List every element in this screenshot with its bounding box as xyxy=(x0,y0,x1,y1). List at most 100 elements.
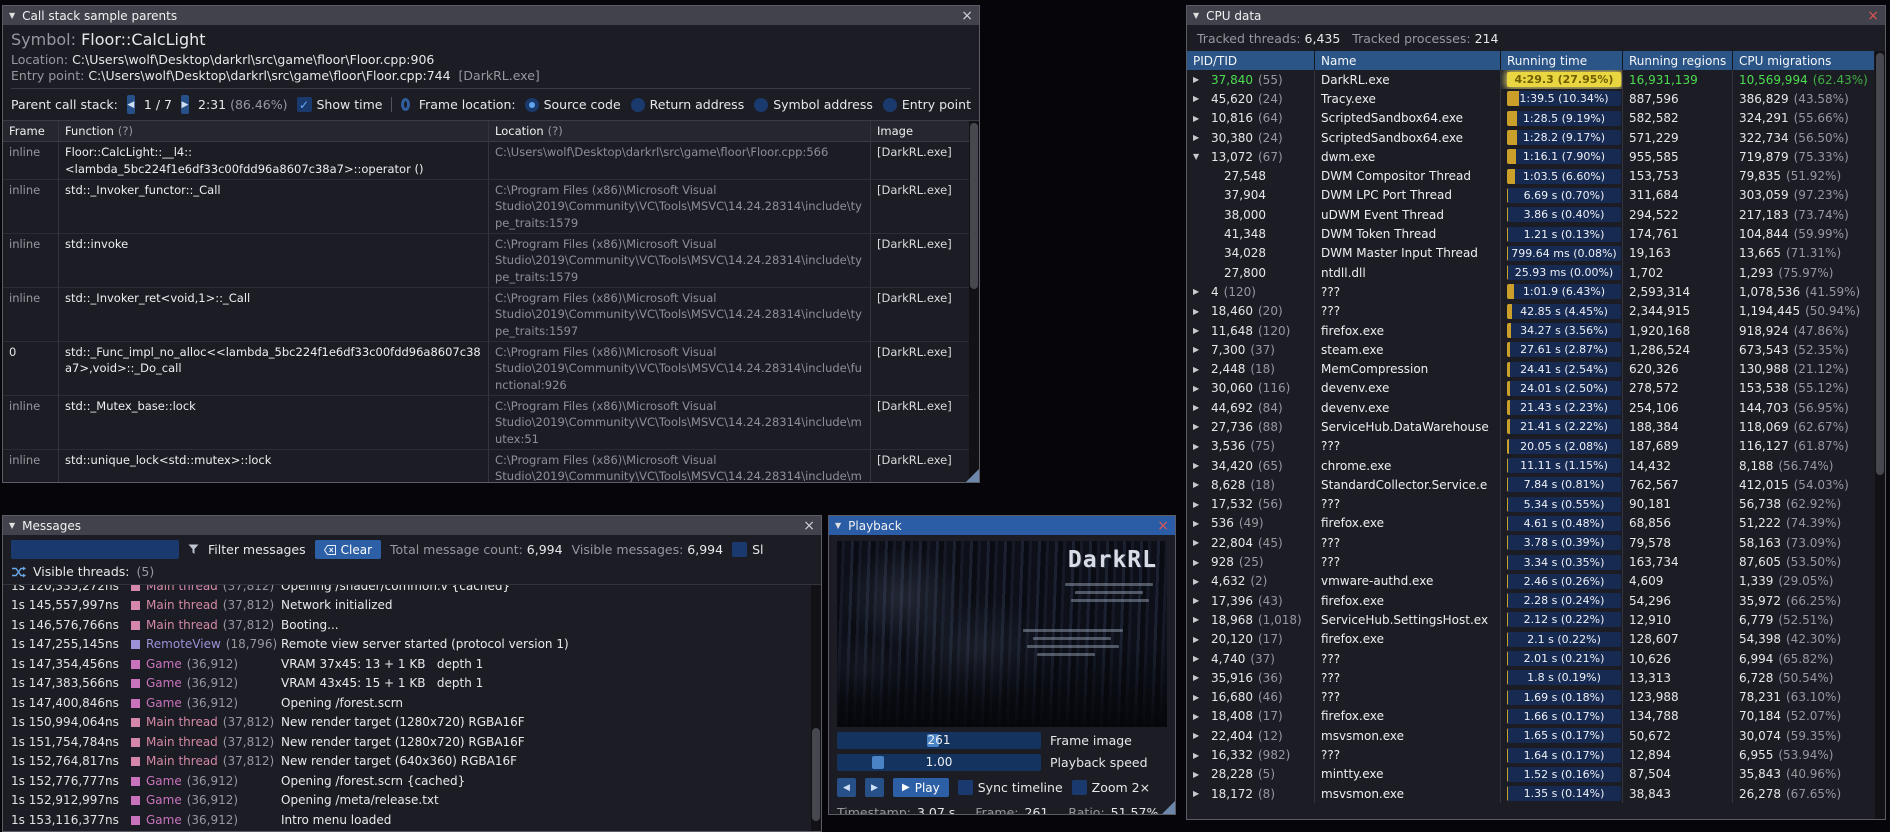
messages-scrollbar[interactable] xyxy=(811,585,821,831)
expand-arrow[interactable]: ▶ xyxy=(1193,461,1206,470)
expand-arrow[interactable]: ▶ xyxy=(1193,94,1206,103)
message-row[interactable]: 1s 146,576,766ns Main thread (37,812) Booti… xyxy=(3,615,811,635)
cpu-row[interactable]: 37,904 DWM LPC Port Thread 6.69 s (0.70%) 3… xyxy=(1187,185,1875,206)
callstack-row[interactable]: inline std::_Invoker_functor::_Call C:\Pro… xyxy=(3,179,969,234)
expand-arrow[interactable]: ▶ xyxy=(1193,307,1206,316)
prev-parent-button[interactable]: ◀ xyxy=(126,95,135,114)
prev-frame-button[interactable]: ◀ xyxy=(837,778,856,797)
resize-grip[interactable] xyxy=(966,469,979,482)
cpu-row[interactable]: ▶ 3,536 (75)??? 20.05 s (2.08%) 187,689 116,1… xyxy=(1187,436,1875,456)
expand-arrow[interactable]: ▶ xyxy=(1193,538,1206,547)
scrollbar-thumb[interactable] xyxy=(970,123,978,290)
collapse-icon[interactable]: ▼ xyxy=(9,521,15,530)
message-row[interactable]: 1s 152,764,817ns Main thread (37,812) New r… xyxy=(3,752,811,772)
expand-arrow[interactable]: ▶ xyxy=(1193,712,1206,721)
cpu-row[interactable]: 34,028 DWM Master Input Thread 799.64 ms (… xyxy=(1187,243,1875,263)
callstack-row[interactable]: inline Floor::CalcLight::__l4::<lambda_5b… xyxy=(3,142,969,180)
column-header-location[interactable]: Location (?) xyxy=(489,121,871,143)
expand-arrow[interactable]: ▶ xyxy=(1193,751,1206,760)
callstack-titlebar[interactable]: ▼ Call stack sample parents × xyxy=(3,6,979,25)
messages-titlebar[interactable]: ▼ Messages × xyxy=(3,516,821,535)
expand-arrow[interactable]: ▶ xyxy=(1193,384,1206,393)
expand-arrow[interactable]: ▶ xyxy=(1193,403,1206,412)
column-header-function[interactable]: Function (?) xyxy=(59,121,489,143)
clear-button[interactable]: Clear xyxy=(314,540,382,559)
show-time-checkbox[interactable]: Show time xyxy=(296,97,382,112)
cpu-row[interactable]: ▶ 536 (49) firefox.exe 4.61 s (0.48%) 68,856 5… xyxy=(1187,513,1875,534)
expand-arrow[interactable]: ▶ xyxy=(1193,519,1206,528)
cpu-row[interactable]: 27,548 DWM Compositor Thread 1:03.5 (6.60%… xyxy=(1187,166,1875,186)
expand-arrow[interactable]: ▶ xyxy=(1193,673,1206,682)
column-header-frame[interactable]: Frame xyxy=(3,121,59,143)
frame-location-option-source-code[interactable]: Source code xyxy=(524,97,621,112)
cpu-row[interactable]: ▶ 11,648 (120) firefox.exe 34.27 s (3.56%) 1,… xyxy=(1187,320,1875,341)
cpu-row[interactable]: ▶ 30,060 (116) devenv.exe 24.01 s (2.50%) 278… xyxy=(1187,378,1875,399)
cpu-row[interactable]: ▶ 20,120 (17) firefox.exe 2.1 s (0.22%) 128,6… xyxy=(1187,629,1875,649)
sync-timeline-checkbox[interactable]: Sync timeline xyxy=(957,780,1063,795)
cpu-row[interactable]: ▶ 27,736 (88) ServiceHub.DataWarehouse 21.41… xyxy=(1187,417,1875,437)
expand-arrow[interactable]: ▶ xyxy=(1193,731,1206,740)
frame-image-slider[interactable]: 261 xyxy=(837,732,1041,749)
frame-location-option-symbol-address[interactable]: Symbol address xyxy=(754,97,873,112)
message-row[interactable]: 1s 152,776,777ns Game (36,912) Opening /for… xyxy=(3,771,811,791)
cpu-row[interactable]: ▶ 18,968 (1,018) ServiceHub.SettingsHost.ex… xyxy=(1187,610,1875,630)
column-header-running-regions[interactable]: Running regions xyxy=(1623,51,1733,70)
playback-frame-image[interactable]: DarkRL xyxy=(837,541,1167,727)
cpu-row[interactable]: ▶ 37,840 (55) DarkRL.exe 4:29.3 (27.95%) 16,9… xyxy=(1187,70,1875,90)
callstack-row[interactable]: inline std::_Invoker_ret<void,1>::_Call C:… xyxy=(3,287,969,342)
play-button[interactable]: ▶ Play xyxy=(893,778,949,797)
column-header-running-time[interactable]: Running time xyxy=(1501,51,1623,70)
message-row[interactable]: 1s 147,255,145ns RemoteView (18,796) Remote… xyxy=(3,635,811,655)
callstack-row[interactable]: inline std::invoke C:\Program Files (x86)\… xyxy=(3,233,969,288)
column-header-cpu-migrations[interactable]: CPU migrations xyxy=(1733,51,1875,70)
message-row[interactable]: 1s 151,754,784ns Main thread (37,812) New r… xyxy=(3,732,811,752)
cpu-row[interactable]: ▶ 4,740 (37)??? 2.01 s (0.21%) 10,626 6,994 (6… xyxy=(1187,648,1875,669)
cpu-row[interactable]: ▶ 2,448 (18) MemCompression 24.41 s (2.54%) 6… xyxy=(1187,359,1875,379)
message-row[interactable]: 1s 147,354,456ns Game (36,912) VRAM 37x45: … xyxy=(3,654,811,674)
expand-arrow[interactable]: ▶ xyxy=(1193,654,1206,663)
column-header-name[interactable]: Name xyxy=(1315,51,1501,70)
cpu-row[interactable]: 38,000 uDWM Event Thread 3.86 s (0.40%) 294… xyxy=(1187,205,1875,225)
scrollbar-thumb[interactable] xyxy=(812,727,820,822)
cpu-row[interactable]: ▶ 44,692 (84) devenv.exe 21.43 s (2.23%) 254,… xyxy=(1187,398,1875,418)
cpu-row[interactable]: ▶ 18,408 (17) firefox.exe 1.66 s (0.17%) 134,… xyxy=(1187,706,1875,727)
message-row[interactable]: 1s 152,912,997ns Game (36,912) Opening /met… xyxy=(3,791,811,811)
expand-arrow[interactable]: ▶ xyxy=(1193,577,1206,586)
callstack-row[interactable]: inline std::unique_lock<std::mutex>::lock… xyxy=(3,449,969,482)
cpu-row[interactable]: ▶ 18,172 (8) msvsmon.exe 1.35 s (0.14%) 38,84… xyxy=(1187,783,1875,804)
expand-arrow[interactable]: ▶ xyxy=(1193,480,1206,489)
callstack-row[interactable]: inline std::_Mutex_base::lock C:\Program F… xyxy=(3,395,969,450)
cpu-row[interactable]: ▶ 22,804 (45)??? 3.78 s (0.39%) 79,578 58,163… xyxy=(1187,533,1875,553)
next-parent-button[interactable]: ▶ xyxy=(180,95,190,114)
column-header-pid-tid[interactable]: PID/TID xyxy=(1187,51,1315,70)
expand-arrow[interactable]: ▶ xyxy=(1193,500,1206,509)
cpu-row[interactable]: ▶ 928 (25)??? 3.34 s (0.35%) 163,734 87,605 (5… xyxy=(1187,552,1875,572)
cpu-row[interactable]: ▶ 17,532 (56)??? 5.34 s (0.55%) 90,181 56,738… xyxy=(1187,494,1875,514)
expand-arrow[interactable]: ▶ xyxy=(1193,770,1206,779)
cpu-row[interactable]: ▶ 8,628 (18) StandardCollector.Service.e 7.8… xyxy=(1187,475,1875,495)
close-icon[interactable]: × xyxy=(1157,519,1169,533)
expand-arrow[interactable]: ▶ xyxy=(1193,635,1206,644)
callstack-scrollbar[interactable] xyxy=(969,121,979,482)
expand-arrow[interactable]: ▶ xyxy=(1193,422,1206,431)
playback-speed-slider[interactable]: 1.00 xyxy=(837,754,1041,771)
cpu-row[interactable]: ▶ 34,420 (65) chrome.exe 11.11 s (1.15%) 14,4… xyxy=(1187,455,1875,476)
expand-arrow[interactable]: ▶ xyxy=(1193,75,1206,84)
resize-grip[interactable] xyxy=(1162,801,1175,814)
callstack-row[interactable]: 0 std::_Func_impl_no_alloc<<lambda_5bc224… xyxy=(3,341,969,396)
cpu-row[interactable]: ▶ 16,680 (46)??? 1.69 s (0.18%) 123,988 78,23… xyxy=(1187,687,1875,707)
cpu-row[interactable]: 41,348 DWM Token Thread 1.21 s (0.13%) 174,… xyxy=(1187,224,1875,244)
cpu-row[interactable]: ▶ 4,632 (2) vmware-authd.exe 2.46 s (0.26%) 4… xyxy=(1187,571,1875,592)
expand-arrow[interactable]: ▶ xyxy=(1193,442,1206,451)
expand-arrow[interactable]: ▶ xyxy=(1193,287,1206,296)
frame-location-option-entry-point[interactable]: Entry point xyxy=(882,97,971,112)
expand-arrow[interactable]: ▼ xyxy=(1193,152,1206,161)
collapse-icon[interactable]: ▼ xyxy=(9,11,15,20)
cpu-scrollbar[interactable] xyxy=(1875,51,1885,819)
cpu-row[interactable]: ▶ 30,380 (24) ScriptedSandbox64.exe 1:28.2 (… xyxy=(1187,127,1875,148)
collapse-icon[interactable]: ▼ xyxy=(1193,11,1199,20)
expand-arrow[interactable]: ▶ xyxy=(1193,365,1206,374)
expand-arrow[interactable]: ▶ xyxy=(1193,596,1206,605)
playback-titlebar[interactable]: ▼ Playback × xyxy=(829,516,1175,535)
cpu-row[interactable]: ▶ 35,916 (36)??? 1.8 s (0.19%) 13,313 6,728 (5… xyxy=(1187,668,1875,688)
